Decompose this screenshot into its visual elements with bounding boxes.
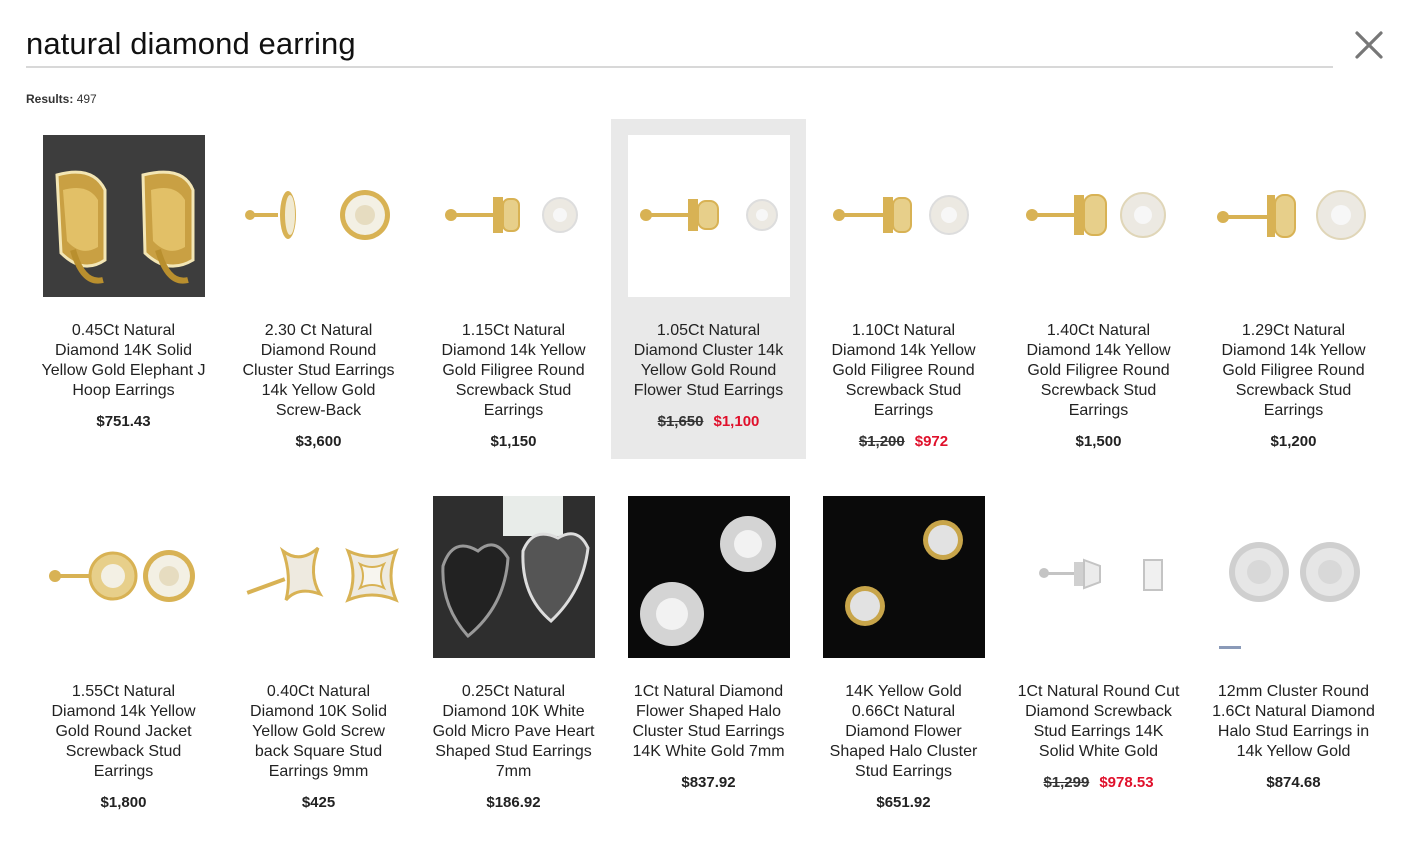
product-image[interactable]: [1017, 135, 1180, 297]
product-title[interactable]: 1.10Ct Natural Diamond 14k Yellow Gold F…: [820, 321, 988, 421]
product-image[interactable]: [237, 496, 400, 658]
product-price: $3,600: [221, 433, 416, 450]
price-regular: $1,800: [100, 794, 147, 811]
product-price: $837.92: [611, 774, 806, 791]
product-grid: 0.45Ct Natural Diamond 14K Solid Yellow …: [26, 119, 1396, 822]
price-regular: $874.68: [1266, 774, 1321, 791]
product-price: $751.43: [26, 413, 221, 430]
product-title[interactable]: 12mm Cluster Round 1.6Ct Natural Diamond…: [1210, 682, 1378, 762]
price-regular: $651.92: [876, 794, 931, 811]
product-row: 0.45Ct Natural Diamond 14K Solid Yellow …: [26, 119, 1396, 461]
product-image[interactable]: [432, 135, 595, 297]
product-title[interactable]: 1.15Ct Natural Diamond 14k Yellow Gold F…: [430, 321, 598, 421]
product-title[interactable]: 0.25Ct Natural Diamond 10K White Gold Mi…: [430, 682, 598, 782]
product-card[interactable]: 1.05Ct Natural Diamond Cluster 14k Yello…: [611, 119, 806, 459]
product-image[interactable]: [1212, 135, 1375, 297]
results-number: 497: [76, 92, 97, 106]
price-sale: $972: [914, 433, 949, 450]
product-price: $425: [221, 794, 416, 811]
product-title[interactable]: 1.29Ct Natural Diamond 14k Yellow Gold F…: [1210, 321, 1378, 421]
product-image[interactable]: [42, 496, 205, 658]
product-card[interactable]: 1Ct Natural Diamond Flower Shaped Halo C…: [611, 480, 806, 820]
product-price: $1,299 $978.53: [1001, 774, 1196, 791]
product-card[interactable]: 1.40Ct Natural Diamond 14k Yellow Gold F…: [1001, 119, 1196, 459]
product-image[interactable]: [627, 135, 790, 297]
product-price: $651.92: [806, 794, 1001, 811]
product-title[interactable]: 0.40Ct Natural Diamond 10K Solid Yellow …: [235, 682, 403, 782]
product-title[interactable]: 14K Yellow Gold 0.66Ct Natural Diamond F…: [820, 682, 988, 782]
close-icon[interactable]: [1352, 28, 1386, 62]
price-regular: $425: [301, 794, 336, 811]
product-card[interactable]: 1Ct Natural Round Cut Diamond Screwback …: [1001, 480, 1196, 820]
price-sale: $1,100: [713, 413, 760, 430]
product-card[interactable]: 12mm Cluster Round 1.6Ct Natural Diamond…: [1196, 480, 1391, 820]
price-regular: $186.92: [486, 794, 541, 811]
product-title[interactable]: 1.05Ct Natural Diamond Cluster 14k Yello…: [625, 321, 793, 401]
product-price: $1,500: [1001, 433, 1196, 450]
product-card[interactable]: 1.10Ct Natural Diamond 14k Yellow Gold F…: [806, 119, 1001, 459]
results-count: Results: 497: [26, 92, 97, 106]
product-price: $1,800: [26, 794, 221, 811]
product-title[interactable]: 1.40Ct Natural Diamond 14k Yellow Gold F…: [1015, 321, 1183, 421]
product-card[interactable]: 0.25Ct Natural Diamond 10K White Gold Mi…: [416, 480, 611, 820]
product-title[interactable]: 0.45Ct Natural Diamond 14K Solid Yellow …: [40, 321, 208, 401]
product-price: $1,200: [1196, 433, 1391, 450]
price-regular: $1,500: [1075, 433, 1122, 450]
product-card[interactable]: 0.45Ct Natural Diamond 14K Solid Yellow …: [26, 119, 221, 459]
price-old: $1,200: [858, 433, 905, 450]
product-card[interactable]: 1.29Ct Natural Diamond 14k Yellow Gold F…: [1196, 119, 1391, 459]
product-price: $186.92: [416, 794, 611, 811]
price-old: $1,650: [657, 413, 704, 430]
product-price: $874.68: [1196, 774, 1391, 791]
price-regular: $751.43: [96, 413, 151, 430]
product-image[interactable]: [1212, 496, 1375, 658]
product-price: $1,200 $972: [806, 433, 1001, 450]
search-input[interactable]: natural diamond earring: [26, 26, 356, 62]
price-regular: $1,200: [1270, 433, 1317, 450]
product-card[interactable]: 2.30 Ct Natural Diamond Round Cluster St…: [221, 119, 416, 459]
product-card[interactable]: 1.15Ct Natural Diamond 14k Yellow Gold F…: [416, 119, 611, 459]
product-price: $1,150: [416, 433, 611, 450]
product-card[interactable]: 1.55Ct Natural Diamond 14k Yellow Gold R…: [26, 480, 221, 820]
search-bar: natural diamond earring: [26, 22, 1333, 68]
product-image[interactable]: [432, 496, 595, 658]
results-label: Results:: [26, 92, 74, 106]
price-regular: $3,600: [295, 433, 342, 450]
product-image[interactable]: [627, 496, 790, 658]
price-regular: $837.92: [681, 774, 736, 791]
product-row: 1.55Ct Natural Diamond 14k Yellow Gold R…: [26, 480, 1396, 822]
product-title[interactable]: 1Ct Natural Diamond Flower Shaped Halo C…: [625, 682, 793, 762]
product-image[interactable]: [237, 135, 400, 297]
product-image[interactable]: [822, 135, 985, 297]
price-sale: $978.53: [1099, 774, 1154, 791]
product-image[interactable]: [822, 496, 985, 658]
product-price: $1,650 $1,100: [611, 413, 806, 430]
product-title[interactable]: 2.30 Ct Natural Diamond Round Cluster St…: [235, 321, 403, 421]
product-title[interactable]: 1Ct Natural Round Cut Diamond Screwback …: [1015, 682, 1183, 762]
price-regular: $1,150: [490, 433, 537, 450]
product-card[interactable]: 0.40Ct Natural Diamond 10K Solid Yellow …: [221, 480, 416, 820]
product-image[interactable]: [42, 135, 205, 297]
product-card[interactable]: 14K Yellow Gold 0.66Ct Natural Diamond F…: [806, 480, 1001, 820]
product-image[interactable]: [1017, 496, 1180, 658]
product-title[interactable]: 1.55Ct Natural Diamond 14k Yellow Gold R…: [40, 682, 208, 782]
price-old: $1,299: [1043, 774, 1090, 791]
